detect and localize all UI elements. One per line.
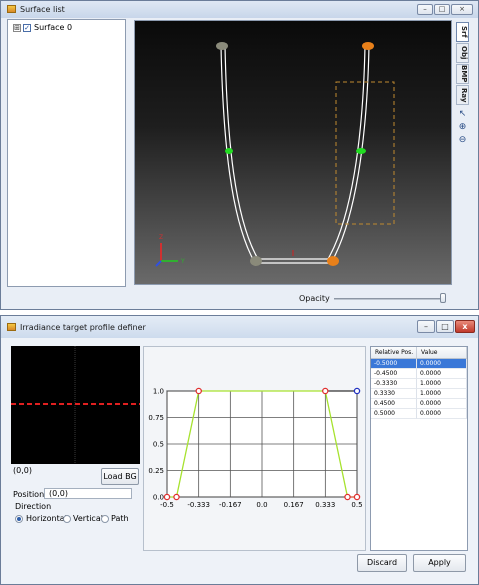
surface-list-titlebar: Surface list – □ × bbox=[1, 1, 478, 18]
cell-relative-pos[interactable]: 0.5000 bbox=[371, 409, 417, 419]
y-tick-label: 0.25 bbox=[148, 467, 164, 475]
app-icon bbox=[7, 323, 16, 331]
cell-value[interactable]: 0.0000 bbox=[417, 369, 467, 379]
minimize-button[interactable]: – bbox=[417, 4, 433, 15]
cell-relative-pos[interactable]: -0.5000 bbox=[371, 359, 417, 369]
position-field[interactable]: (0,0) bbox=[44, 488, 132, 499]
radio-horizontal[interactable] bbox=[15, 515, 23, 523]
cursor-coordinates: (0,0) bbox=[13, 466, 32, 475]
data-point bbox=[322, 387, 329, 395]
marker-top-left bbox=[216, 42, 228, 50]
cell-value[interactable]: 0.0000 bbox=[417, 359, 467, 369]
table-row[interactable]: 0.5000 0.0000 bbox=[371, 409, 467, 419]
cell-value[interactable]: 0.0000 bbox=[417, 399, 467, 409]
profile-table[interactable]: Relative Pos. Value -0.5000 0.0000 -0.4500… bbox=[370, 346, 468, 551]
app-icon bbox=[7, 5, 16, 13]
zoom-out-icon[interactable]: ⊖ bbox=[457, 135, 468, 146]
surface-profile-plot: Z Y bbox=[155, 42, 395, 267]
x-tick-label: 0.0 bbox=[256, 501, 267, 509]
radio-horizontal-label[interactable]: Horizontal bbox=[26, 514, 67, 523]
opacity-slider-track[interactable] bbox=[334, 298, 446, 300]
radio-vertical[interactable] bbox=[63, 515, 71, 523]
profile-chart[interactable]: -0.5 -0.333 -0.167 0.0 0.167 0.333 0.5 0.0 0.25 0… bbox=[144, 347, 365, 550]
axis-y-label: Y bbox=[180, 258, 185, 265]
cell-value[interactable]: 1.0000 bbox=[417, 379, 467, 389]
marker-mid-right bbox=[356, 148, 366, 154]
x-tick-label: -0.333 bbox=[187, 501, 210, 509]
cell-relative-pos[interactable]: -0.4500 bbox=[371, 369, 417, 379]
3d-viewport[interactable]: Z Y bbox=[134, 20, 452, 285]
data-point bbox=[344, 493, 351, 501]
selection-box bbox=[335, 81, 395, 225]
tree-item-surface-0[interactable]: Surface 0 bbox=[34, 23, 72, 32]
table-row[interactable]: -0.5000 0.0000 bbox=[371, 359, 467, 369]
window-title: Irradiance target profile definer bbox=[20, 323, 146, 332]
radio-path-label[interactable]: Path bbox=[111, 514, 129, 523]
radio-vertical-label[interactable]: Vertical bbox=[73, 514, 103, 523]
opacity-slider-thumb[interactable] bbox=[440, 293, 446, 303]
cell-relative-pos[interactable]: 0.3330 bbox=[371, 389, 417, 399]
marker-top-right bbox=[362, 42, 374, 50]
tab-ray[interactable]: Ray bbox=[456, 85, 469, 105]
cell-value[interactable]: 0.0000 bbox=[417, 409, 467, 419]
marker-bottom-left bbox=[250, 256, 262, 266]
y-tick-label: 0.5 bbox=[153, 441, 164, 449]
profile-inner-curve bbox=[224, 45, 366, 260]
preview-overlay bbox=[11, 346, 140, 464]
target-preview-canvas[interactable] bbox=[11, 346, 140, 464]
table-row[interactable]: -0.4500 0.0000 bbox=[371, 369, 467, 379]
surface-tree: ⊞ ✓ Surface 0 bbox=[7, 19, 126, 287]
x-tick-label: 0.333 bbox=[315, 501, 335, 509]
table-row[interactable]: 0.3330 1.0000 bbox=[371, 389, 467, 399]
y-tick-label: 1.0 bbox=[153, 388, 164, 396]
axis-x-line bbox=[155, 260, 162, 267]
column-header-relative-pos[interactable]: Relative Pos. bbox=[371, 347, 417, 359]
close-button[interactable]: x bbox=[455, 320, 475, 333]
table-row[interactable]: 0.4500 0.0000 bbox=[371, 399, 467, 409]
data-point bbox=[353, 493, 361, 501]
x-tick-label: -0.5 bbox=[160, 501, 174, 509]
x-tick-label: 0.5 bbox=[351, 501, 362, 509]
maximize-button[interactable]: □ bbox=[436, 320, 454, 333]
axis-z-label: Z bbox=[159, 234, 163, 241]
cell-relative-pos[interactable]: 0.4500 bbox=[371, 399, 417, 409]
load-bg-button[interactable]: Load BG bbox=[101, 468, 139, 485]
x-tick-label: 0.167 bbox=[284, 501, 304, 509]
expand-icon[interactable]: ⊞ bbox=[13, 24, 21, 32]
tab-obj[interactable]: Obj bbox=[456, 43, 469, 63]
apply-button[interactable]: Apply bbox=[413, 554, 466, 572]
discard-button[interactable]: Discard bbox=[357, 554, 407, 572]
zoom-in-icon[interactable]: ⊕ bbox=[457, 122, 468, 133]
data-point bbox=[195, 387, 202, 395]
close-button[interactable]: × bbox=[451, 4, 473, 15]
cell-value[interactable]: 1.0000 bbox=[417, 389, 467, 399]
tab-bmp[interactable]: BMP bbox=[456, 64, 469, 84]
window-title: Surface list bbox=[20, 5, 65, 14]
maximize-button[interactable]: □ bbox=[434, 4, 450, 15]
y-tick-label: 0.75 bbox=[148, 414, 164, 422]
x-tick-label: -0.167 bbox=[219, 501, 242, 509]
column-header-value[interactable]: Value bbox=[417, 347, 467, 359]
direction-label: Direction bbox=[15, 502, 52, 511]
marker-bottom-right bbox=[327, 256, 339, 266]
pointer-icon[interactable]: ↖ bbox=[457, 109, 468, 120]
surface-visible-checkbox[interactable]: ✓ bbox=[23, 24, 31, 32]
radio-path[interactable] bbox=[101, 515, 109, 523]
tab-srf[interactable]: Srf bbox=[456, 22, 469, 42]
minimize-button[interactable]: – bbox=[417, 320, 435, 333]
opacity-label: Opacity bbox=[299, 294, 330, 303]
profile-outer-curve bbox=[220, 45, 370, 264]
irradiance-titlebar: Irradiance target profile definer – □ x bbox=[1, 316, 478, 338]
marker-mid-left bbox=[225, 148, 233, 154]
y-tick-label: 0.0 bbox=[153, 494, 164, 502]
position-label: Position: bbox=[13, 490, 47, 499]
irradiance-window: Irradiance target profile definer – □ x … bbox=[0, 315, 479, 585]
data-point bbox=[173, 493, 180, 501]
data-point bbox=[163, 493, 171, 501]
surface-list-window: Surface list – □ × ⊞ ✓ Surface 0 Z Y Srf… bbox=[0, 0, 479, 310]
end-handle bbox=[353, 387, 361, 395]
table-row[interactable]: -0.3330 1.0000 bbox=[371, 379, 467, 389]
profile-chart-panel[interactable]: -0.5 -0.333 -0.167 0.0 0.167 0.333 0.5 0.0 0.25 0… bbox=[143, 346, 366, 551]
cell-relative-pos[interactable]: -0.3330 bbox=[371, 379, 417, 389]
